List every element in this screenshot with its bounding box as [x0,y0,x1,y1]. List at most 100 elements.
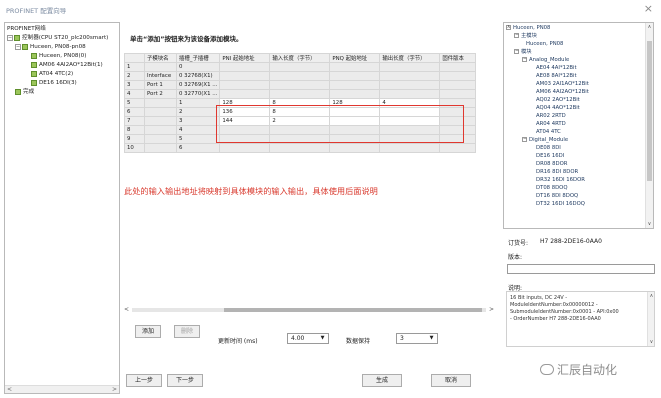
close-icon[interactable]: × [644,2,653,16]
catalog-item[interactable]: DE08 8DI [536,144,561,152]
table-cell[interactable] [144,62,177,72]
collapse-toggle-icon[interactable]: − [514,49,519,54]
table-cell[interactable] [379,143,441,153]
table-cell[interactable]: 0 [175,62,221,72]
version-field[interactable] [507,264,655,274]
catalog-item[interactable]: DT16 8DI 8DOQ [536,192,578,200]
collapse-toggle-icon[interactable]: ∧ [506,25,511,30]
table-cell[interactable] [144,98,177,108]
tree-item[interactable]: − 控制器(CPU ST20_plc200smart) [7,34,108,43]
table-cell[interactable] [439,62,477,72]
collapse-toggle-icon[interactable]: − [522,137,527,142]
table-cell[interactable] [269,62,331,72]
tree-horizontal-scrollbar[interactable]: < > [5,385,119,393]
scroll-up-arrow-icon[interactable]: ∧ [646,24,653,30]
table-cell[interactable] [219,143,271,153]
table-cell[interactable] [329,89,381,99]
table-cell[interactable] [329,71,381,81]
table-cell[interactable]: Interface [144,71,177,81]
update-time-select[interactable]: 4.00 ▼ [287,333,329,344]
tree-item[interactable]: PROFINET网络 [7,25,46,34]
table-cell[interactable] [269,89,331,99]
table-cell[interactable] [329,143,381,153]
table-cell[interactable] [329,80,381,90]
table-cell[interactable]: 2 [175,107,221,117]
scroll-thumb[interactable] [647,41,652,181]
table-cell[interactable] [219,80,271,90]
table-row[interactable]: 2 Interface 0 32768(X1) [124,71,477,81]
catalog-item[interactable]: AQ02 2AO*12Bit [536,96,580,104]
tree-item[interactable]: 完成 [15,88,34,97]
table-cell[interactable] [269,71,331,81]
table-row[interactable]: 4 Port 20 32770(X1 ... [124,89,477,99]
tree-item[interactable]: AT04 4TC(2) [31,70,73,79]
catalog-item[interactable]: − Digital_Module [522,136,568,144]
catalog-item[interactable]: AM03 2AI1AO*12Bit [536,80,589,88]
collapse-toggle-icon[interactable]: − [7,34,13,41]
next-button[interactable]: 下一步 [167,374,203,387]
table-row[interactable]: 10 [124,62,477,72]
catalog-item[interactable]: DR08 8DOR [536,160,567,168]
scroll-right-arrow-icon[interactable]: > [489,306,494,314]
table-cell[interactable] [144,143,177,153]
delete-button[interactable]: 删除 [174,325,200,338]
table-cell[interactable] [144,116,177,126]
table-cell[interactable]: 1 [175,98,221,108]
data-hold-select[interactable]: 3 ▼ [396,333,438,344]
catalog-item[interactable]: AM06 4AI2AO*12Bit [536,88,589,96]
catalog-item[interactable]: − 模块 [514,48,532,56]
table-cell[interactable]: Port 2 [144,89,177,99]
catalog-item[interactable]: AR02 2RTD [536,112,566,120]
collapse-toggle-icon[interactable]: − [15,43,21,50]
generate-button[interactable]: 生成 [362,374,402,387]
collapse-toggle-icon[interactable]: − [514,33,519,38]
table-cell[interactable]: 3 [175,116,221,126]
catalog-item[interactable]: AR04 4RTD [536,120,566,128]
table-cell[interactable] [439,71,477,81]
catalog-item[interactable]: DT08 8DOQ [536,184,568,192]
catalog-item[interactable]: Huceen, PN08 [526,40,563,48]
catalog-item[interactable]: − Analog_Module [522,56,569,64]
table-cell[interactable] [379,62,441,72]
tree-item[interactable]: DE16 16DI(3) [31,79,77,88]
table-cell[interactable] [379,89,441,99]
table-cell[interactable]: 0 32770(X1 ... [175,89,221,99]
tree-item[interactable]: − Huceen, PN08-pn08 [15,43,86,52]
cancel-button[interactable]: 取消 [431,374,471,387]
scroll-left-arrow-icon[interactable]: < [124,306,129,314]
add-button[interactable]: 添加 [135,325,161,338]
catalog-item[interactable]: DE16 16DI [536,152,564,160]
table-cell[interactable] [144,125,177,135]
table-cell[interactable]: 6 [175,143,221,153]
table-cell[interactable]: 5 [175,134,221,144]
catalog-item[interactable]: − 主模块 [514,32,537,40]
collapse-toggle-icon[interactable]: − [522,57,527,62]
table-cell[interactable] [219,89,271,99]
table-row[interactable]: 3 Port 10 32769(X1 ... [124,80,477,90]
catalog-vertical-scrollbar[interactable]: ∧ ∨ [645,23,653,228]
scroll-left-arrow-icon[interactable]: < [7,386,12,394]
table-cell[interactable] [144,134,177,144]
table-cell[interactable] [269,143,331,153]
catalog-item[interactable]: DT32 16DI 16DOQ [536,200,585,208]
table-cell[interactable] [144,107,177,117]
table-cell[interactable] [379,71,441,81]
table-cell[interactable] [329,62,381,72]
catalog-item[interactable]: ∧ Huceen, PN08 [506,24,550,32]
scroll-down-arrow-icon[interactable]: ∨ [646,221,653,227]
catalog-item[interactable]: AT04 4TC [536,128,561,136]
table-cell[interactable]: Port 1 [144,80,177,90]
table-cell[interactable]: 0 32768(X1) [175,71,221,81]
scroll-thumb[interactable] [224,308,482,312]
table-cell[interactable] [439,80,477,90]
table-horizontal-scrollbar[interactable]: < > [124,306,494,314]
tree-item[interactable]: AM06 4AI2AO*12Bit(1) [31,61,103,70]
catalog-item[interactable]: AE08 8AI*12Bit [536,72,577,80]
description-scrollbar[interactable]: ∧ ∨ [647,292,654,346]
table-cell[interactable] [269,80,331,90]
scroll-down-arrow-icon[interactable]: ∨ [648,339,655,345]
scroll-up-arrow-icon[interactable]: ∧ [648,293,655,299]
catalog-item[interactable]: AE04 4AI*12Bit [536,64,577,72]
catalog-item[interactable]: AQ04 4AO*12Bit [536,104,580,112]
table-cell[interactable] [219,62,271,72]
